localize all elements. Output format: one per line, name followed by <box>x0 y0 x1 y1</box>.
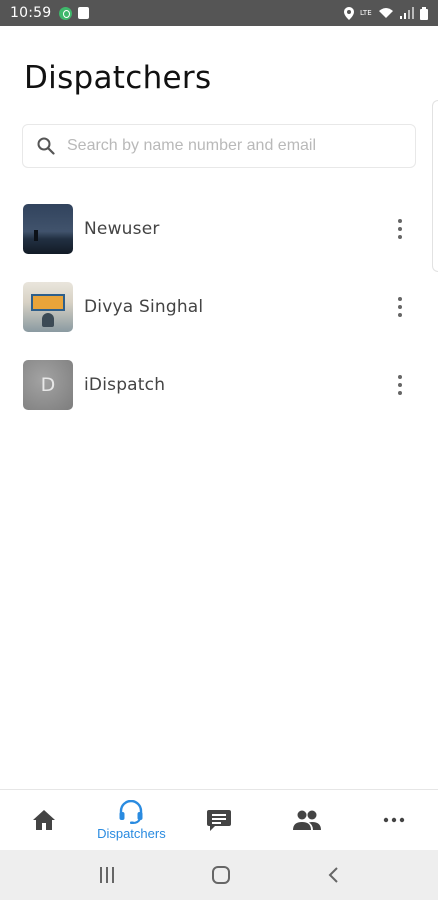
recent-apps-icon[interactable] <box>98 867 116 883</box>
home-button-icon[interactable] <box>211 865 231 885</box>
search-input[interactable] <box>67 137 387 155</box>
chat-icon <box>206 810 231 831</box>
page-title: Dispatchers <box>24 60 212 96</box>
shopping-bag-icon <box>78 7 90 19</box>
status-bar: 10:59 LTE <box>0 0 438 26</box>
signal-icon <box>400 7 414 19</box>
nav-people[interactable] <box>263 790 351 850</box>
avatar <box>23 204 73 254</box>
app-notification-icon <box>59 6 73 20</box>
search-icon <box>37 137 55 155</box>
list-item[interactable]: D iDispatch <box>0 346 438 424</box>
avatar <box>23 282 73 332</box>
avatar: D <box>23 360 73 410</box>
bottom-nav: Dispatchers <box>0 789 438 850</box>
nav-label-dispatchers: Dispatchers <box>97 825 166 841</box>
battery-icon <box>420 6 428 20</box>
more-options-icon[interactable] <box>395 295 405 319</box>
more-options-icon[interactable] <box>395 373 405 397</box>
nav-home[interactable] <box>0 790 88 850</box>
system-nav-bar <box>0 850 438 900</box>
network-type-label: LTE <box>360 8 372 17</box>
nav-dispatchers[interactable]: Dispatchers <box>88 790 176 850</box>
dispatcher-name: iDispatch <box>84 375 166 395</box>
list-item[interactable]: Newuser <box>0 190 438 268</box>
dispatcher-name: Divya Singhal <box>84 297 204 317</box>
home-icon <box>32 810 55 830</box>
headset-icon <box>119 799 143 824</box>
nav-chat[interactable] <box>175 790 263 850</box>
dispatcher-name: Newuser <box>84 219 160 239</box>
avatar-initial: D <box>40 374 56 396</box>
search-bar[interactable] <box>22 124 416 168</box>
people-icon <box>292 810 321 830</box>
location-icon <box>344 6 354 20</box>
back-icon[interactable] <box>326 866 340 884</box>
more-icon <box>383 817 405 823</box>
status-time: 10:59 <box>10 5 52 21</box>
more-options-icon[interactable] <box>395 217 405 241</box>
wifi-icon <box>379 8 393 18</box>
nav-more[interactable] <box>350 790 438 850</box>
list-item[interactable]: Divya Singhal <box>0 268 438 346</box>
dispatcher-list: Newuser Divya Singhal D iDispatch <box>0 190 438 424</box>
